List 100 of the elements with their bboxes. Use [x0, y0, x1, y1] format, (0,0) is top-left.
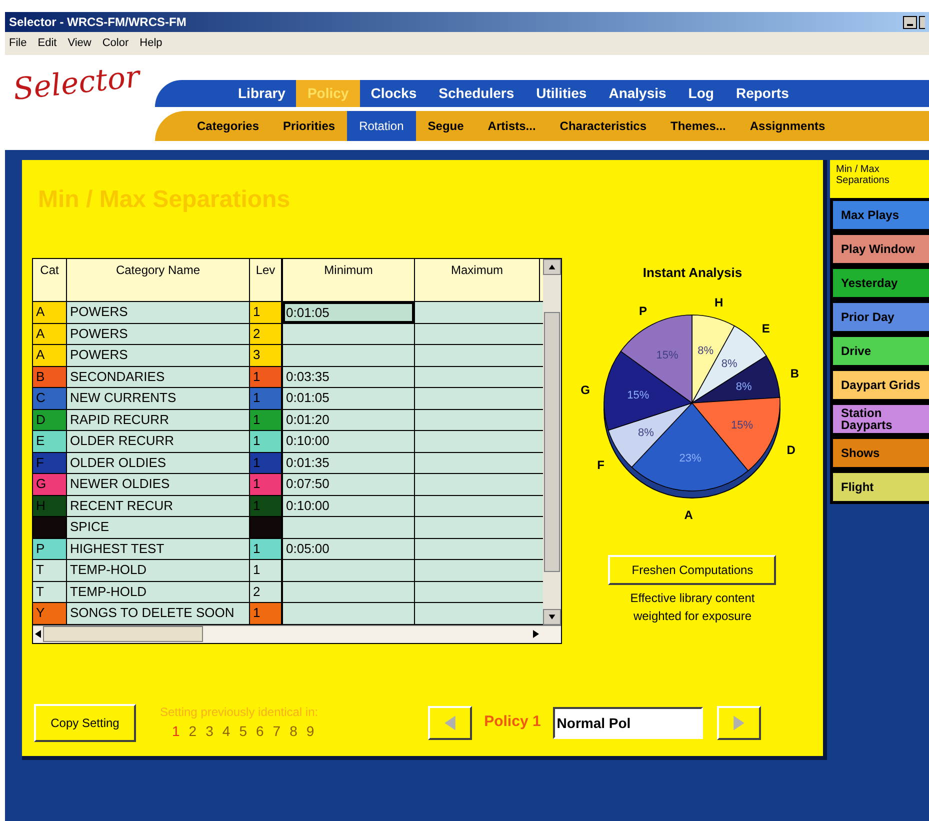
table-cell: A: [33, 345, 67, 366]
copy-setting-button[interactable]: Copy Setting: [34, 704, 136, 742]
menu-item[interactable]: View: [68, 35, 92, 52]
column-header: Minimum: [283, 259, 415, 301]
table-cell: 0:01:20: [283, 410, 415, 430]
tab[interactable]: Reports: [724, 80, 800, 107]
side-tab[interactable]: Yesterday: [830, 266, 929, 300]
subtab[interactable]: Segue: [416, 111, 476, 141]
table-cell: A: [33, 324, 67, 344]
slice-value-label: 15%: [656, 348, 679, 361]
scroll-left-icon: [33, 629, 43, 639]
table-cell: 1: [250, 302, 283, 322]
level-link[interactable]: 9: [306, 721, 314, 742]
maximize-button[interactable]: [919, 16, 925, 28]
table-cell: T: [33, 560, 67, 580]
side-tab[interactable]: Prior Day: [830, 300, 929, 334]
table-cell: 2: [250, 324, 283, 344]
policy-name-field[interactable]: Normal Pol: [552, 706, 703, 738]
identical-label: Setting previously identical in:: [160, 704, 318, 721]
table-cell: Y: [33, 603, 67, 624]
table-cell: E: [33, 431, 67, 452]
level-link[interactable]: 8: [290, 721, 298, 742]
table-cell: 1: [250, 431, 283, 452]
side-tab[interactable]: Flight: [830, 470, 929, 504]
table-cell: 1: [250, 474, 283, 494]
menu-item[interactable]: File: [9, 35, 27, 52]
level-link[interactable]: 6: [256, 721, 264, 742]
subtab[interactable]: Assignments: [738, 111, 838, 141]
horizontal-scrollbar[interactable]: [33, 624, 561, 642]
table-cell: TEMP-HOLD: [67, 582, 250, 602]
menu-item[interactable]: Help: [140, 35, 162, 52]
subtab[interactable]: Categories: [185, 111, 272, 141]
tab[interactable]: Clocks: [360, 80, 428, 107]
table-cell: H: [33, 496, 67, 516]
slice-label: G: [581, 382, 590, 397]
side-tab[interactable]: Drive: [830, 334, 929, 368]
level-link[interactable]: 5: [239, 721, 247, 742]
tab[interactable]: Log: [677, 80, 725, 107]
table-cell: 1: [250, 410, 283, 430]
level-link[interactable]: 1: [172, 721, 180, 742]
subtab[interactable]: Artists...: [476, 111, 548, 141]
table-cell: 0:01:35: [283, 452, 415, 473]
side-tab[interactable]: Daypart Grids: [830, 368, 929, 402]
policy-label: Policy 1: [484, 712, 541, 732]
side-tab[interactable]: Min / Max Separations: [830, 160, 929, 198]
table-cell: 0:07:50: [283, 474, 415, 494]
table-cell: G: [33, 474, 67, 494]
table-cell: TEMP-HOLD: [67, 560, 250, 580]
column-header: Category Name: [67, 259, 250, 301]
previous-button[interactable]: [428, 706, 472, 740]
subtab[interactable]: Rotation: [347, 111, 416, 141]
column-header: Cat: [33, 259, 67, 301]
menu-item[interactable]: Edit: [38, 35, 57, 52]
level-link[interactable]: 2: [188, 721, 197, 742]
vertical-scrollbar[interactable]: [543, 259, 561, 624]
side-tab[interactable]: Station Dayparts: [830, 402, 929, 436]
minimize-button[interactable]: [903, 16, 917, 28]
side-tab[interactable]: Max Plays: [830, 198, 929, 232]
table-cell: 0:01:05: [283, 388, 415, 408]
slice-value-label: 8%: [736, 380, 752, 393]
slice-value-label: 8%: [722, 358, 738, 370]
table-cell: D: [33, 410, 67, 430]
slice-label: D: [787, 442, 796, 456]
slice-value-label: 8%: [698, 344, 714, 357]
table-cell: 1: [250, 388, 283, 408]
side-tab[interactable]: Shows: [830, 436, 929, 470]
table-cell: 0:10:00: [283, 496, 415, 516]
slice-label: H: [715, 294, 724, 309]
tab[interactable]: Schedulers: [428, 80, 526, 107]
table-cell: 0:03:35: [283, 366, 415, 387]
table-cell: F: [33, 452, 67, 473]
slice-value-label: 8%: [638, 426, 654, 439]
table-cell: A: [33, 302, 67, 322]
window-title: Selector - WRCS-FM/WRCS-FM: [9, 14, 186, 31]
chart-caption: Effective library content weighted for exposure: [629, 590, 756, 624]
chart-title: Instant Analysis: [642, 264, 742, 282]
table-cell: B: [33, 366, 67, 387]
slice-label: B: [790, 366, 800, 380]
table-cell: 1: [250, 366, 283, 387]
subtab[interactable]: Priorities: [271, 111, 348, 141]
slice-label: P: [639, 303, 648, 318]
slice-label: F: [598, 457, 605, 472]
subtab[interactable]: Characteristics: [548, 111, 659, 141]
scroll-up-icon: [548, 263, 556, 271]
freshen-button[interactable]: Freshen Computations: [608, 554, 776, 584]
table-cell: 1: [250, 496, 283, 516]
menu-item[interactable]: Color: [102, 35, 129, 52]
tab[interactable]: Library: [227, 80, 296, 107]
table-cell: 0:05:00: [283, 538, 415, 559]
level-link[interactable]: 3: [206, 721, 214, 742]
level-link[interactable]: 7: [272, 721, 281, 742]
level-link[interactable]: 4: [222, 721, 230, 742]
tab[interactable]: Utilities: [525, 80, 598, 107]
subtab[interactable]: Themes...: [658, 111, 738, 141]
side-tab[interactable]: Play Window: [830, 232, 929, 266]
table-cell: C: [33, 388, 67, 408]
tab[interactable]: Analysis: [598, 80, 678, 107]
table-cell: 0:01:05: [283, 302, 415, 322]
logo: Selector: [11, 58, 142, 110]
next-button[interactable]: [716, 706, 761, 740]
